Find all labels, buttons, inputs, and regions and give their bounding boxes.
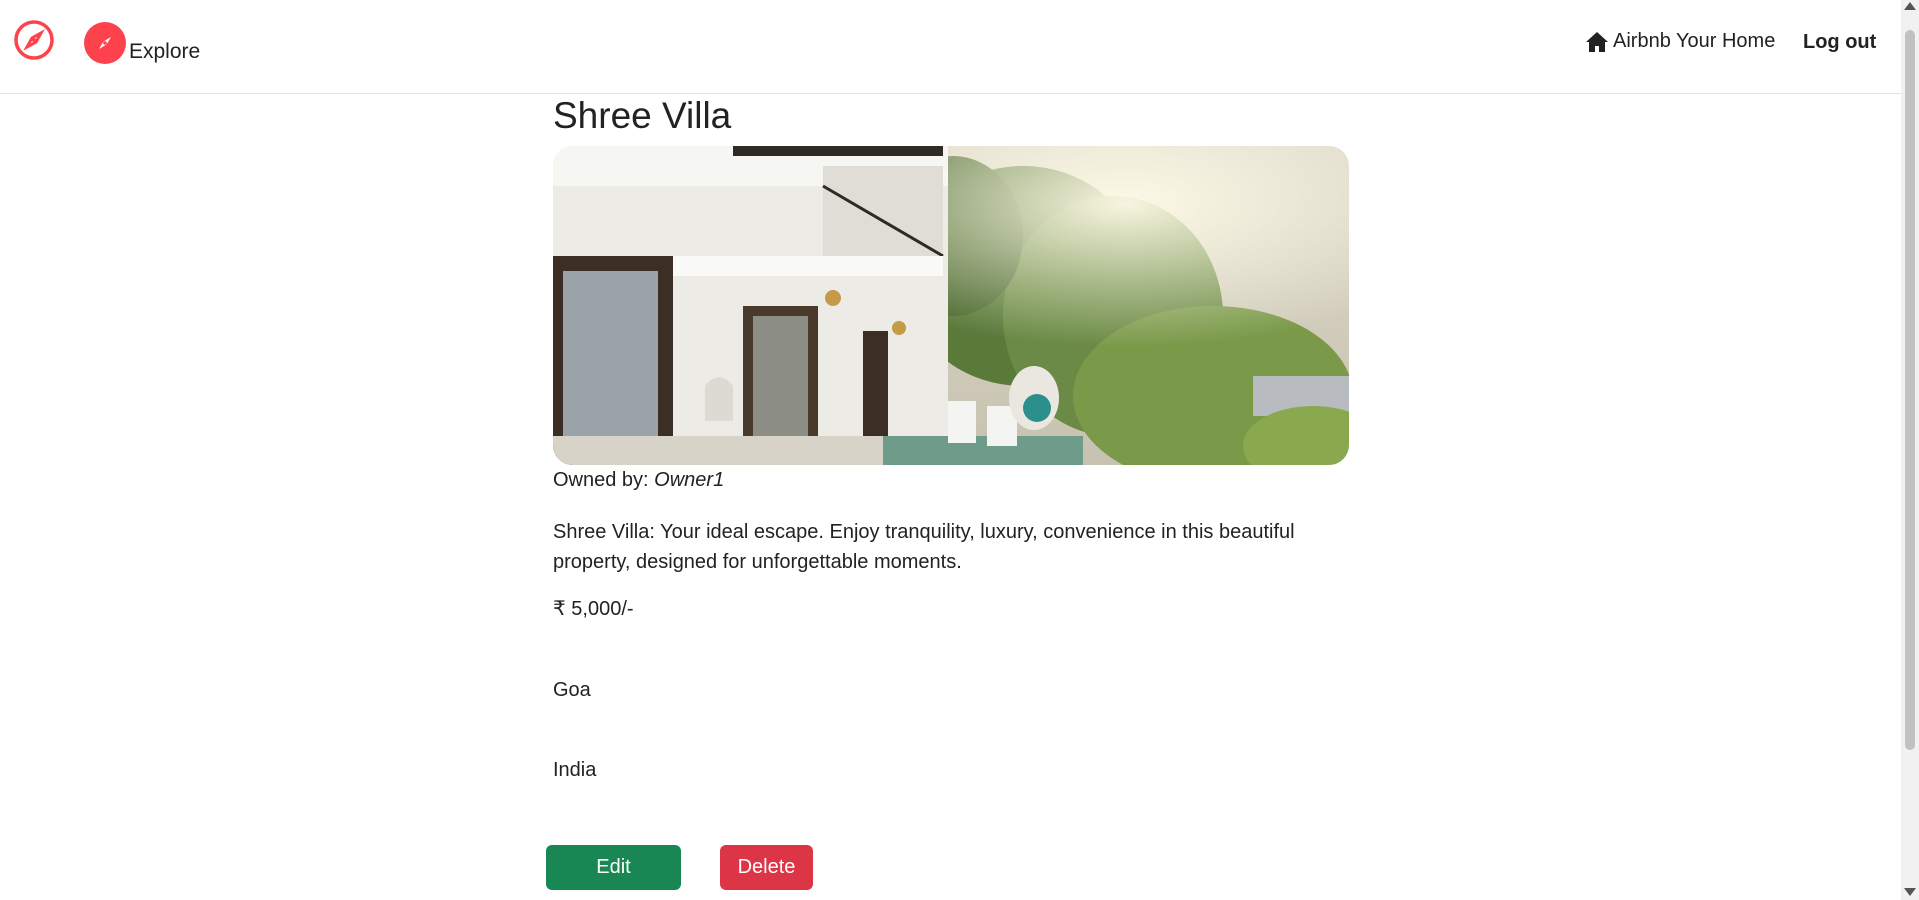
listing-title: Shree Villa — [553, 95, 732, 136]
scroll-up-arrow-icon[interactable] — [1904, 2, 1916, 10]
listing-country: India — [553, 759, 597, 781]
compass-icon — [84, 22, 126, 64]
scroll-down-arrow-icon[interactable] — [1904, 888, 1916, 896]
airbnb-your-home-link[interactable]: Airbnb Your Home — [1585, 30, 1775, 53]
owner-prefix: Owned by: — [553, 469, 649, 491]
listing-photo — [553, 146, 1349, 465]
house-icon — [1586, 31, 1608, 52]
owner-name: Owner1 — [654, 469, 725, 491]
brand-compass-icon[interactable] — [14, 20, 54, 60]
navbar: Explore Airbnb Your Home Log out — [0, 0, 1901, 94]
listing-price: ₹ 5,000/- — [553, 598, 634, 620]
host-label: Airbnb Your Home — [1613, 30, 1776, 52]
owner-line: Owned by: Owner1 — [553, 467, 724, 493]
scrollbar-thumb[interactable] — [1905, 30, 1915, 750]
listing-description: Shree Villa: Your ideal escape. Enjoy tr… — [553, 521, 1295, 573]
edit-button[interactable]: Edit — [546, 845, 681, 890]
delete-button[interactable]: Delete — [720, 845, 813, 890]
listing-location: Goa — [553, 679, 591, 701]
explore-label: Explore — [129, 40, 201, 63]
logout-link[interactable]: Log out — [1803, 31, 1876, 54]
explore-link[interactable]: Explore — [84, 22, 200, 64]
